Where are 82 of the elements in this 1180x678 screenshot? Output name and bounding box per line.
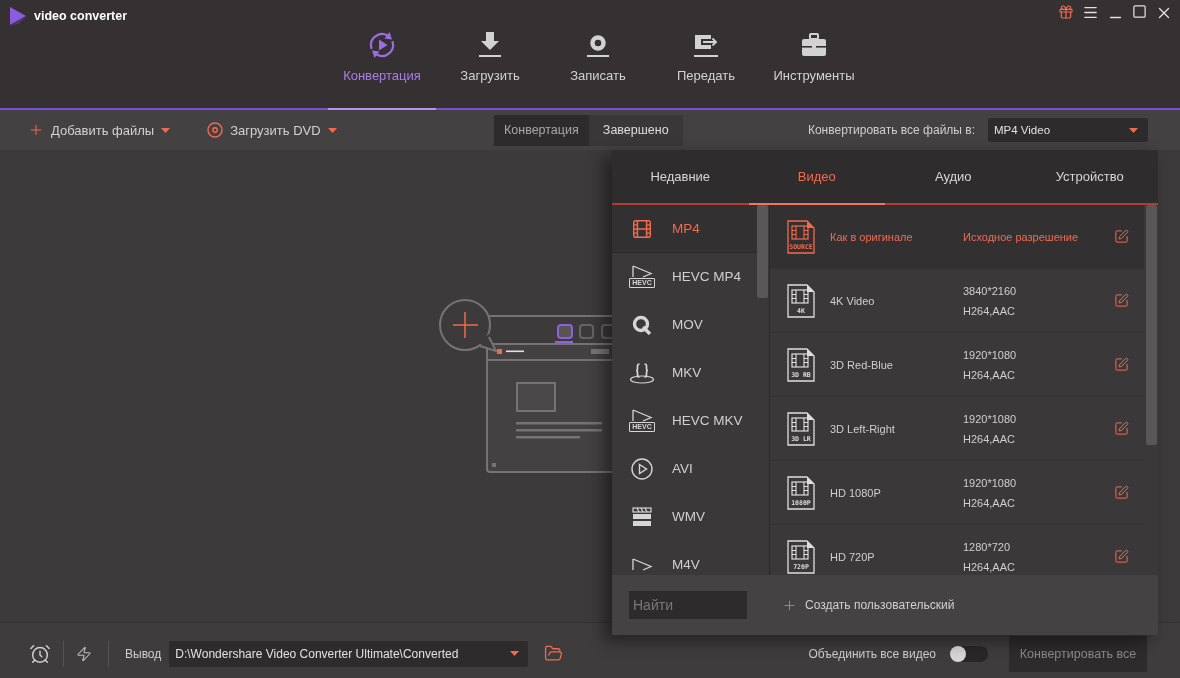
circular-arrows-play-icon — [368, 31, 396, 59]
codec-text: H264,AAC — [963, 303, 1015, 319]
preset-name: HD 720P — [830, 550, 876, 563]
format-item[interactable]: MKV — [612, 349, 757, 397]
q-letter-icon — [632, 314, 652, 335]
resolution-text: Исходное разрешение — [963, 229, 1079, 245]
format-item[interactable]: AVI — [612, 445, 757, 493]
scrollbar-thumb[interactable] — [757, 205, 768, 298]
edit-icon[interactable] — [1114, 549, 1129, 564]
format-item[interactable]: WMV — [612, 493, 757, 541]
preset-name: 4K Video — [830, 294, 876, 307]
plus-icon — [782, 597, 797, 613]
edit-icon[interactable] — [1114, 485, 1129, 500]
format-category-tab[interactable]: Недавние — [612, 150, 749, 205]
format-item[interactable]: MP4 — [612, 205, 757, 253]
play-triangle-icon — [630, 409, 654, 422]
video-file-icon — [787, 283, 815, 318]
resolution-text: 1920*1080 — [963, 411, 1017, 427]
app-title: video converter — [34, 9, 128, 23]
nav-tab[interactable]: Инструменты — [760, 0, 868, 110]
preset-name: Как в оригинале — [830, 230, 914, 243]
resolution-text: 3840*2160 — [963, 283, 1017, 299]
nav-tab[interactable]: Загрузить — [436, 0, 544, 110]
load-dvd-button[interactable]: Загрузить DVD — [207, 122, 337, 138]
format-category-tab[interactable]: Аудио — [885, 150, 1022, 205]
briefcase-icon — [800, 31, 828, 59]
nav-tab[interactable]: Передать — [652, 0, 760, 110]
caret-down-icon — [510, 651, 520, 656]
caret-down-icon — [161, 127, 171, 133]
edit-icon[interactable] — [1114, 229, 1129, 244]
play-triangle-icon — [630, 558, 654, 571]
merge-videos-label: Объединить все видео — [808, 646, 936, 661]
play-logo-icon — [9, 6, 27, 26]
video-file-icon — [787, 347, 815, 382]
caret-down-icon — [327, 127, 337, 133]
scrollbar-thumb[interactable] — [1146, 205, 1157, 445]
edit-icon[interactable] — [1114, 421, 1129, 436]
view-tab[interactable]: Завершено — [588, 114, 683, 146]
disc-icon — [207, 122, 224, 138]
film-icon — [631, 217, 653, 240]
codec-text: H264,AAC — [963, 367, 1015, 383]
folder-icon[interactable] — [544, 644, 564, 663]
create-custom-button[interactable]: Создать пользовательский — [782, 597, 955, 613]
resolution-text: 1920*1080 — [963, 347, 1017, 363]
preset-name: HD 1080P — [830, 486, 882, 499]
menu-icon[interactable] — [1082, 4, 1099, 21]
lightning-icon[interactable] — [76, 645, 92, 662]
plus-icon — [28, 122, 44, 138]
play-triangle-icon — [630, 265, 654, 278]
codec-text: H264,AAC — [963, 495, 1015, 511]
nav-tab[interactable]: Записать — [544, 0, 652, 110]
video-file-icon — [787, 219, 815, 254]
view-tab[interactable]: Конвертация — [494, 114, 589, 146]
preset-name: 3D Red-Blue — [830, 358, 894, 371]
codec-text: H264,AAC — [963, 431, 1015, 447]
caret-down-icon — [1129, 127, 1138, 133]
output-label: Вывод — [125, 646, 162, 661]
maximize-icon[interactable] — [1132, 4, 1147, 19]
edit-icon[interactable] — [1114, 357, 1129, 372]
video-file-icon — [787, 539, 815, 574]
format-item[interactable]: MOV — [612, 301, 757, 349]
video-file-icon — [787, 475, 815, 510]
codec-text: H264,AAC — [963, 559, 1015, 575]
download-arrow-icon — [476, 31, 504, 59]
resolution-text: 1280*720 — [963, 539, 1011, 555]
video-file-icon — [787, 411, 815, 446]
format-category-tab[interactable]: Устройство — [1021, 150, 1158, 205]
output-path-select[interactable]: D:\Wondershare Video Converter Ultimate\Converted — [169, 640, 529, 667]
add-files-button[interactable]: Добавить файлы — [28, 122, 171, 138]
braces-disc-icon — [629, 361, 655, 384]
resolution-text: 1920*1080 — [963, 475, 1017, 491]
format-item[interactable]: M4V — [612, 541, 757, 575]
alarm-clock-icon[interactable] — [29, 642, 51, 665]
search-field[interactable]: Найти — [629, 591, 747, 619]
clapperboard-icon — [632, 506, 652, 527]
output-format-select[interactable]: MP4 Video — [988, 118, 1148, 142]
edit-icon[interactable] — [1114, 293, 1129, 308]
gift-icon[interactable] — [1058, 4, 1074, 20]
play-circle-icon — [631, 457, 653, 480]
merge-toggle[interactable] — [950, 645, 988, 662]
output-format-label: Конвертировать все файлы в: — [807, 123, 975, 137]
preset-name: 3D Left-Right — [830, 422, 896, 435]
